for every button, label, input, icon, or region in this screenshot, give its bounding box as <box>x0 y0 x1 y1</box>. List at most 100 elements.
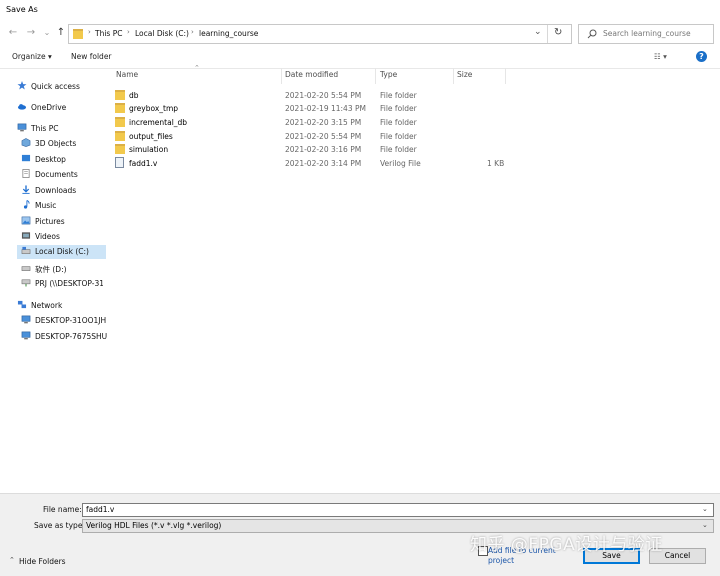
music-icon <box>23 200 30 209</box>
file-date: 2021-02-20 3:16 PM <box>285 145 362 154</box>
column-header-date[interactable]: Date modified <box>285 70 338 79</box>
network-drive-icon <box>21 279 31 287</box>
computer-icon <box>21 315 31 324</box>
navigation-pane[interactable]: Quick access OneDrive This PC 3D Objects… <box>0 68 107 493</box>
title-bar: Save As <box>0 0 720 20</box>
watermark-text: 知乎 @FPGA设计与验证 <box>470 535 663 555</box>
hide-folders-button[interactable]: Hide Folders <box>19 557 66 566</box>
documents-icon <box>22 169 30 178</box>
sidebar-item-network[interactable]: Network <box>17 299 103 313</box>
file-name-label: File name: <box>43 505 82 514</box>
sidebar-item-desktop[interactable]: Desktop <box>21 153 103 167</box>
sidebar-item-drive-d[interactable]: 软件 (D:) <box>21 262 103 276</box>
file-type: File folder <box>380 145 417 154</box>
file-name: greybox_tmp <box>129 104 179 113</box>
computer-icon <box>21 331 31 340</box>
pictures-icon <box>21 216 31 225</box>
sidebar-item-3d-objects[interactable]: 3D Objects <box>21 137 103 151</box>
address-dropdown-button[interactable]: ⌄ <box>534 27 542 37</box>
table-row[interactable]: simulation 2021-02-20 3:16 PM File folde… <box>112 143 712 156</box>
column-divider[interactable] <box>281 68 282 84</box>
sidebar-item-quick-access[interactable]: Quick access <box>17 80 103 94</box>
sidebar-item-desktop-7675shu[interactable]: DESKTOP-7675SHU <box>21 330 107 344</box>
file-type: File folder <box>380 91 417 100</box>
column-header-type[interactable]: Type <box>380 70 397 79</box>
file-name-field[interactable]: fadd1.v ⌄ <box>82 503 714 517</box>
chevron-up-icon[interactable]: ⌃ <box>9 556 15 564</box>
sidebar-item-downloads[interactable]: Downloads <box>21 184 103 198</box>
column-divider[interactable] <box>375 68 376 84</box>
folder-icon <box>115 90 125 100</box>
cloud-icon <box>17 104 27 110</box>
chevron-down-icon[interactable]: ⌄ <box>702 505 708 513</box>
file-list[interactable]: ⌃ Name Date modified Type Size db 2021-0… <box>104 64 714 493</box>
save-type-label: Save as type: <box>34 521 85 530</box>
computer-icon <box>17 123 27 132</box>
file-name: incremental_db <box>129 118 188 127</box>
drive-icon <box>21 266 31 271</box>
column-divider[interactable] <box>505 68 506 84</box>
cube-icon <box>21 138 31 147</box>
search-input[interactable]: Search learning_course <box>603 29 691 38</box>
chevron-right-icon: › <box>127 28 130 36</box>
help-icon: ? <box>699 52 704 61</box>
new-folder-button[interactable]: New folder <box>71 52 112 61</box>
up-button[interactable]: ↑ <box>54 26 68 40</box>
file-name: fadd1.v <box>129 159 158 168</box>
file-type: File folder <box>380 132 417 141</box>
sidebar-item-onedrive[interactable]: OneDrive <box>17 101 103 115</box>
file-icon <box>115 157 124 168</box>
chevron-right-icon: › <box>88 28 91 36</box>
sidebar-item-videos[interactable]: Videos <box>21 230 103 244</box>
file-date: 2021-02-20 3:14 PM <box>285 159 362 168</box>
command-bar: Organize ▾ New folder ☷ ▾ ? <box>0 46 720 69</box>
sidebar-item-pictures[interactable]: Pictures <box>21 215 103 229</box>
chevron-right-icon: › <box>191 28 194 36</box>
column-divider[interactable] <box>453 68 454 84</box>
sidebar-item-documents[interactable]: Documents <box>21 168 103 182</box>
chevron-down-icon[interactable]: ⌄ <box>702 521 708 529</box>
download-icon <box>22 185 30 194</box>
help-button[interactable]: ? <box>696 51 707 62</box>
file-date: 2021-02-19 11:43 PM <box>285 104 366 113</box>
back-button[interactable]: ← <box>6 26 20 40</box>
file-name: simulation <box>129 145 169 154</box>
file-type: File folder <box>380 104 417 113</box>
file-name: db <box>129 91 139 100</box>
column-header-name[interactable]: Name <box>116 70 138 79</box>
recent-locations-button[interactable]: ⌄ <box>40 26 54 40</box>
table-row[interactable]: output_files 2021-02-20 5:54 PM File fol… <box>112 130 712 143</box>
organize-button[interactable]: Organize ▾ <box>12 52 52 61</box>
sidebar-item-music[interactable]: Music <box>21 199 103 213</box>
table-row[interactable]: incremental_db 2021-02-20 3:15 PM File f… <box>112 116 712 129</box>
breadcrumb-learning-course[interactable]: learning_course <box>199 29 258 38</box>
table-row[interactable]: fadd1.v 2021-02-20 3:14 PM Verilog File … <box>112 157 712 170</box>
sidebar-item-desktop-31oo1jh[interactable]: DESKTOP-31OO1JH <box>21 314 106 328</box>
forward-button[interactable]: → <box>24 26 38 40</box>
breadcrumb-this-pc[interactable]: This PC <box>95 29 122 38</box>
search-box[interactable]: Search learning_course <box>578 24 714 44</box>
file-size: 1 KB <box>487 159 505 168</box>
videos-icon <box>21 232 31 239</box>
file-name: output_files <box>129 132 173 141</box>
navigation-bar: ← → ⌄ ↑ › This PC › Local Disk (C:) › le… <box>0 20 720 46</box>
window-title: Save As <box>6 5 38 14</box>
refresh-button[interactable]: ↻ <box>554 27 562 38</box>
breadcrumb-local-disk[interactable]: Local Disk (C:) <box>135 29 189 38</box>
file-type: Verilog File <box>380 159 421 168</box>
desktop-icon <box>21 154 31 162</box>
file-date: 2021-02-20 3:15 PM <box>285 118 362 127</box>
table-row[interactable]: greybox_tmp 2021-02-19 11:43 PM File fol… <box>112 102 712 115</box>
search-icon <box>587 29 597 39</box>
sidebar-item-prj-network-drive[interactable]: PRJ (\\DESKTOP-31O <box>21 277 103 291</box>
address-bar[interactable]: › This PC › Local Disk (C:) › learning_c… <box>68 24 572 44</box>
sidebar-item-local-disk[interactable]: Local Disk (C:) <box>17 245 106 259</box>
sidebar-item-this-pc[interactable]: This PC <box>17 122 103 136</box>
file-type: File folder <box>380 118 417 127</box>
drive-icon <box>21 246 31 254</box>
column-header-size[interactable]: Size <box>457 70 472 79</box>
divider <box>547 25 548 43</box>
table-row[interactable]: db 2021-02-20 5:54 PM File folder <box>112 89 712 102</box>
folder-icon <box>115 144 125 154</box>
view-options-button[interactable]: ☷ ▾ <box>654 52 667 61</box>
